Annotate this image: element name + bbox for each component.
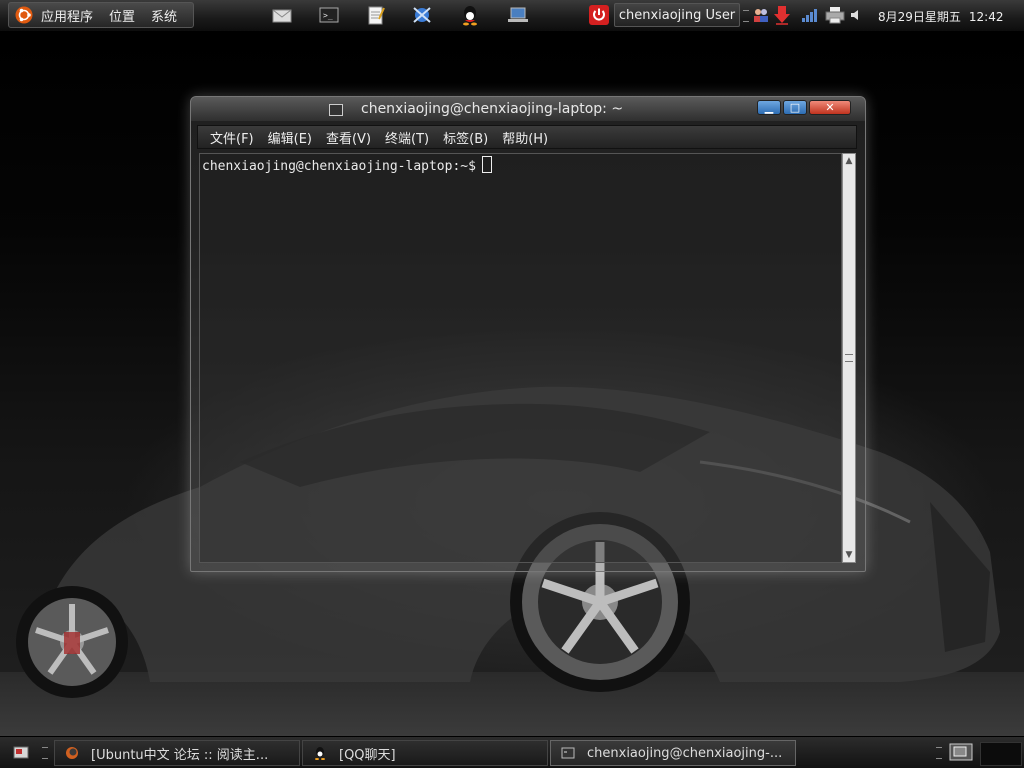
scroll-down-icon[interactable]: ▼ bbox=[843, 548, 855, 562]
show-desktop-icon[interactable] bbox=[10, 743, 32, 763]
vertical-scrollbar[interactable]: ▲ ▼ bbox=[842, 153, 856, 563]
ubuntu-logo-icon[interactable] bbox=[15, 6, 33, 24]
download-icon[interactable] bbox=[772, 5, 792, 25]
bottom-panel: [Ubuntu中文 论坛 :: 阅读主... [QQ聊天] chenxiaoji… bbox=[0, 736, 1024, 768]
prompt-line: chenxiaojing@chenxiaojing-laptop:~$ bbox=[202, 156, 492, 174]
terminal-window-icon bbox=[329, 104, 343, 116]
menu-edit[interactable]: 编辑(E) bbox=[256, 128, 312, 147]
close-button[interactable]: ✕ bbox=[809, 100, 851, 115]
minimize-icon: ▁ bbox=[764, 101, 774, 114]
terminal-icon[interactable]: >_ bbox=[317, 4, 341, 26]
svg-text:>_: >_ bbox=[323, 11, 333, 20]
volume-icon[interactable] bbox=[849, 5, 863, 25]
menu-view[interactable]: 查看(V) bbox=[314, 128, 371, 147]
menu-file[interactable]: 文件(F) bbox=[198, 128, 254, 147]
network-icon[interactable] bbox=[410, 4, 434, 26]
terminal-menubar: 文件(F) 编辑(E) 查看(V) 终端(T) 标签(B) 帮助(H) bbox=[197, 125, 857, 149]
scrollbar-grip[interactable] bbox=[845, 354, 853, 362]
applications-menu[interactable]: 应用程序 bbox=[33, 6, 101, 25]
shell-prompt: chenxiaojing@chenxiaojing-laptop:~$ bbox=[202, 159, 476, 174]
panel-drag-handle[interactable] bbox=[936, 747, 942, 759]
mail-icon[interactable] bbox=[270, 4, 294, 26]
laptop-icon[interactable] bbox=[506, 4, 530, 26]
maximize-button[interactable]: □ bbox=[783, 100, 807, 115]
qq-icon[interactable] bbox=[458, 4, 482, 26]
workspace-2[interactable] bbox=[980, 742, 1022, 766]
window-titlebar[interactable]: chenxiaojing@chenxiaojing-laptop: ~ ▁ □ … bbox=[191, 97, 865, 121]
scroll-up-icon[interactable]: ▲ bbox=[843, 154, 855, 168]
minimize-button[interactable]: ▁ bbox=[757, 100, 781, 115]
panel-drag-handle[interactable] bbox=[42, 747, 48, 759]
maximize-icon: □ bbox=[789, 101, 801, 114]
menu-help[interactable]: 帮助(H) bbox=[490, 128, 548, 147]
menu-terminal[interactable]: 终端(T) bbox=[373, 128, 429, 147]
panel-drag-handle[interactable] bbox=[743, 10, 749, 22]
qq-icon bbox=[315, 747, 325, 760]
user-switcher-button[interactable]: chenxiaojing User bbox=[614, 3, 740, 27]
system-menu[interactable]: 系统 bbox=[143, 6, 185, 25]
taskbar-item-browser[interactable]: [Ubuntu中文 论坛 :: 阅读主... bbox=[54, 740, 300, 766]
taskbar-item-label: [Ubuntu中文 论坛 :: 阅读主... bbox=[91, 747, 269, 763]
text-cursor bbox=[481, 156, 492, 173]
terminal-text-area[interactable]: chenxiaojing@chenxiaojing-laptop:~$ bbox=[199, 153, 842, 563]
clock-date: 8月29日星期五 bbox=[878, 10, 961, 24]
window-title: chenxiaojing@chenxiaojing-laptop: ~ bbox=[361, 101, 624, 117]
users-icon[interactable] bbox=[752, 5, 770, 25]
power-icon[interactable] bbox=[588, 5, 610, 25]
taskbar-item-qq-chat[interactable]: [QQ聊天] bbox=[302, 740, 548, 766]
clock-time: 12:42 bbox=[968, 10, 1004, 24]
clock[interactable]: 8月29日星期五 12:42 bbox=[878, 8, 1012, 25]
taskbar-item-label: chenxiaojing@chenxiaojing-... bbox=[587, 745, 783, 761]
taskbar-item-label: [QQ聊天] bbox=[339, 747, 396, 763]
text-editor-icon[interactable] bbox=[364, 4, 388, 26]
printer-icon[interactable] bbox=[824, 5, 846, 25]
workspace-switcher-icon[interactable] bbox=[948, 742, 974, 762]
places-menu[interactable]: 位置 bbox=[101, 6, 143, 25]
top-panel: 应用程序 位置 系统 >_ chenxiaojing User 8月29日星期五… bbox=[0, 0, 1024, 32]
main-menu-bar: 应用程序 位置 系统 bbox=[8, 2, 194, 28]
signal-icon[interactable] bbox=[800, 5, 820, 25]
terminal-icon bbox=[561, 747, 575, 759]
menu-tabs[interactable]: 标签(B) bbox=[431, 128, 488, 147]
taskbar-item-terminal[interactable]: chenxiaojing@chenxiaojing-... bbox=[550, 740, 796, 766]
firefox-icon bbox=[66, 747, 78, 759]
terminal-window[interactable]: chenxiaojing@chenxiaojing-laptop: ~ ▁ □ … bbox=[190, 96, 866, 572]
close-icon: ✕ bbox=[825, 101, 835, 114]
